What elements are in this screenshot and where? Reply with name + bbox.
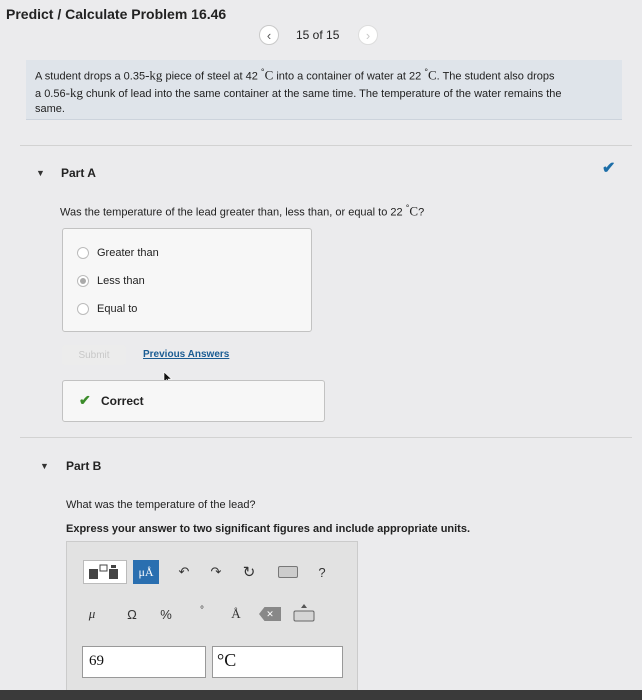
- answer-units-input[interactable]: °C: [212, 646, 343, 678]
- answer-entry-panel: μÅ ↶ ↷ ↻ ? μ Ω % ° Å ✕ 69 °C: [66, 541, 358, 693]
- units-button[interactable]: μÅ: [133, 560, 159, 584]
- correct-check-icon: ✔: [79, 392, 91, 408]
- chevron-right-icon: ›: [365, 27, 371, 43]
- problem-statement: A student drops a 0.35-kg piece of steel…: [26, 60, 622, 120]
- submit-button[interactable]: Submit: [62, 345, 126, 365]
- radio-button[interactable]: [77, 303, 89, 315]
- part-a-label[interactable]: Part A: [61, 166, 96, 180]
- previous-problem-button[interactable]: ‹: [259, 25, 279, 45]
- keyboard-icon[interactable]: [276, 562, 300, 582]
- problem-counter: 15 of 15: [296, 28, 340, 42]
- undo-icon[interactable]: ↶: [173, 562, 195, 582]
- answer-value-input[interactable]: 69: [82, 646, 206, 678]
- option-less-than[interactable]: Less than: [77, 275, 145, 287]
- problem-line-3: same.: [35, 102, 65, 115]
- mu-symbol-button[interactable]: μ: [81, 604, 103, 624]
- divider: [20, 437, 632, 438]
- problem-line-1: A student drops a 0.35-kg piece of steel…: [35, 67, 555, 83]
- checkmark-icon: ✔: [602, 160, 616, 177]
- problem-line-2: a 0.56-kg chunk of lead into the same co…: [35, 84, 562, 100]
- help-button[interactable]: ?: [311, 562, 333, 582]
- templates-icon: [89, 564, 118, 579]
- bottom-edge: [0, 690, 642, 700]
- feedback-text: Correct: [101, 394, 144, 408]
- chevron-left-icon: ‹: [266, 27, 272, 43]
- answer-options: Greater than Less than Equal to: [62, 228, 312, 332]
- redo-icon[interactable]: ↷: [205, 562, 227, 582]
- angstrom-symbol-button[interactable]: Å: [225, 604, 247, 624]
- previous-answers-link[interactable]: Previous Answers: [143, 349, 229, 360]
- page-title: Predict / Calculate Problem 16.46: [6, 6, 227, 22]
- feedback-box: ✔ Correct: [62, 380, 325, 422]
- percent-symbol-button[interactable]: %: [155, 604, 177, 624]
- part-b-instructions: Express your answer to two significant f…: [66, 523, 471, 535]
- divider: [20, 145, 632, 146]
- reset-icon[interactable]: ↻: [238, 562, 260, 582]
- part-b-question: What was the temperature of the lead?: [66, 499, 256, 511]
- collapse-part-b-icon[interactable]: ▼: [40, 461, 49, 471]
- collapse-part-a-icon[interactable]: ▼: [36, 168, 45, 178]
- degree-symbol-button[interactable]: °: [191, 600, 213, 620]
- option-greater-than[interactable]: Greater than: [77, 247, 159, 259]
- part-b-label[interactable]: Part B: [66, 459, 101, 473]
- part-a-question: Was the temperature of the lead greater …: [60, 203, 425, 219]
- radio-button-selected[interactable]: [77, 275, 89, 287]
- option-equal-to[interactable]: Equal to: [77, 303, 137, 315]
- keyboard-key-shape: [278, 566, 298, 578]
- delete-icon[interactable]: ✕: [257, 605, 283, 623]
- templates-button[interactable]: [83, 560, 127, 584]
- radio-button[interactable]: [77, 247, 89, 259]
- next-problem-button[interactable]: ›: [358, 25, 378, 45]
- keyboard-toggle-icon: [293, 604, 315, 622]
- keyboard-icon[interactable]: [292, 602, 316, 624]
- omega-symbol-button[interactable]: Ω: [121, 604, 143, 624]
